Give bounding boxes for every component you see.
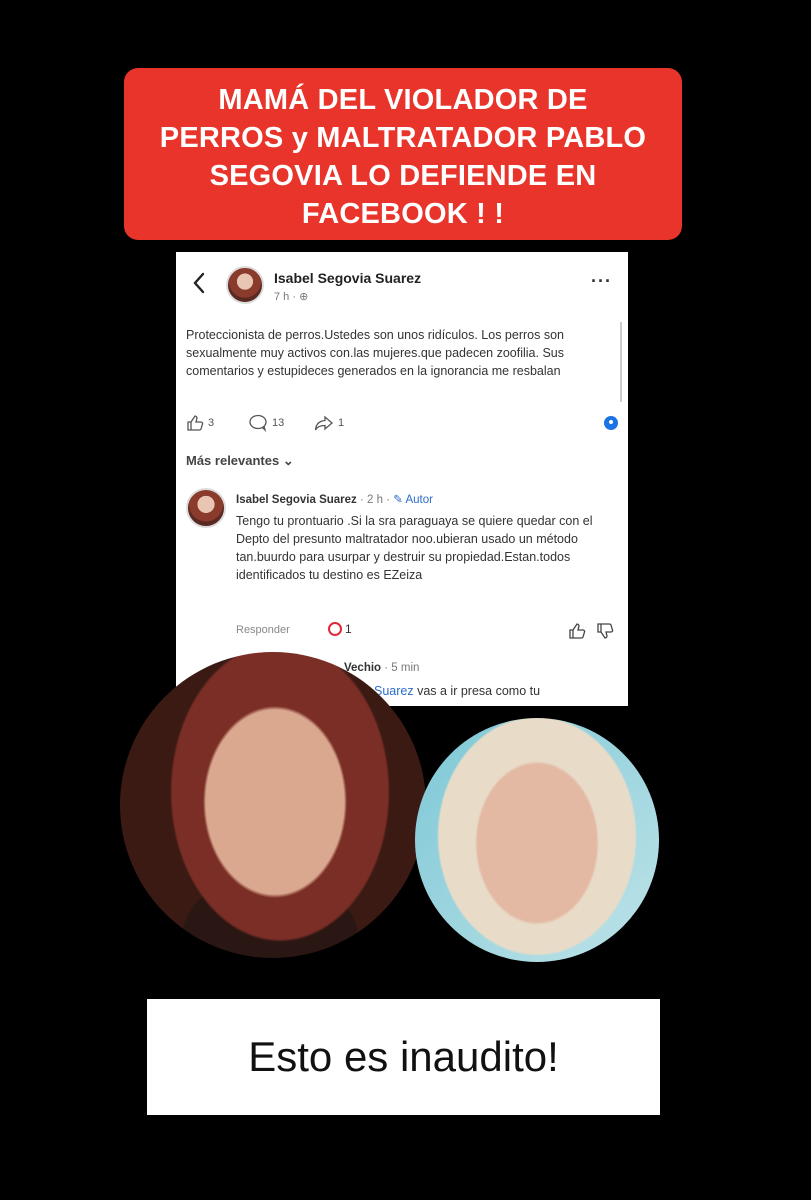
reply-header: Vechio · 5 min — [344, 662, 419, 674]
headline-banner: MAMÁ DEL VIOLADOR DE PERROS y MALTRATADO… — [124, 68, 682, 240]
portrait-photo-right — [415, 718, 659, 962]
headline-line-3: SEGOVIA LO DEFIENDE EN — [209, 160, 597, 192]
reply-text: Suarez vas a ir presa como tu — [374, 684, 540, 698]
love-reaction[interactable]: 1 — [328, 622, 352, 636]
love-icon — [328, 622, 342, 636]
share-reaction[interactable]: 1 — [314, 414, 344, 432]
comment-text: Tengo tu prontuario .Si la sra paraguaya… — [236, 514, 593, 582]
comment-avatar[interactable] — [186, 488, 226, 528]
comment-author-name[interactable]: Isabel Segovia Suarez — [236, 494, 357, 506]
comment-sort-dropdown[interactable]: Más relevantes ⌄ — [186, 453, 294, 469]
comment-dislike-icon[interactable] — [596, 622, 614, 640]
caption-box: Esto es inaudito! — [147, 999, 660, 1115]
post-author-name[interactable]: Isabel Segovia Suarez — [274, 270, 421, 286]
post-meta: 7 h · ⊕ — [274, 291, 309, 303]
messenger-icon[interactable] — [604, 416, 618, 430]
comment-time: · 2 h · — [356, 494, 394, 506]
back-icon[interactable] — [192, 272, 206, 294]
share-icon — [314, 415, 333, 431]
author-avatar[interactable] — [226, 266, 264, 304]
reply-time: · 5 min — [381, 662, 420, 674]
post-header: Isabel Segovia Suarez 7 h · ⊕ ··· — [176, 252, 628, 312]
facebook-post-card: Isabel Segovia Suarez 7 h · ⊕ ··· Protec… — [176, 252, 628, 706]
share-count: 1 — [338, 417, 345, 429]
comment-icon — [249, 414, 267, 432]
scrollbar[interactable] — [620, 322, 622, 402]
comment-reaction[interactable]: 13 — [248, 414, 284, 432]
headline-line-4: FACEBOOK ! ! — [301, 198, 505, 230]
like-count: 3 — [208, 417, 215, 429]
headline-line-1: MAMÁ DEL VIOLADOR DE — [218, 84, 588, 116]
comment-header: Isabel Segovia Suarez · 2 h · ✎ Autor — [236, 492, 433, 506]
like-reaction[interactable]: 3 — [186, 414, 214, 432]
reply-button[interactable]: Responder — [236, 624, 290, 636]
portrait-photo-left — [120, 652, 426, 958]
love-count: 1 — [345, 622, 352, 636]
reaction-bar: 3 13 1 — [186, 412, 618, 434]
like-icon — [187, 415, 204, 431]
author-badge: ✎ Autor — [393, 494, 433, 506]
reply-text-body: vas a ir presa como tu — [413, 684, 541, 698]
comment-count: 13 — [272, 417, 285, 429]
comment-actions: Responder 1 — [236, 622, 616, 642]
post-body-text: Proteccionista de perros.Ustedes son uno… — [186, 328, 564, 378]
more-icon[interactable]: ··· — [591, 272, 612, 290]
headline-line-2: PERROS y MALTRATADOR PABLO — [159, 122, 647, 154]
comment-like-icon[interactable] — [568, 622, 586, 640]
